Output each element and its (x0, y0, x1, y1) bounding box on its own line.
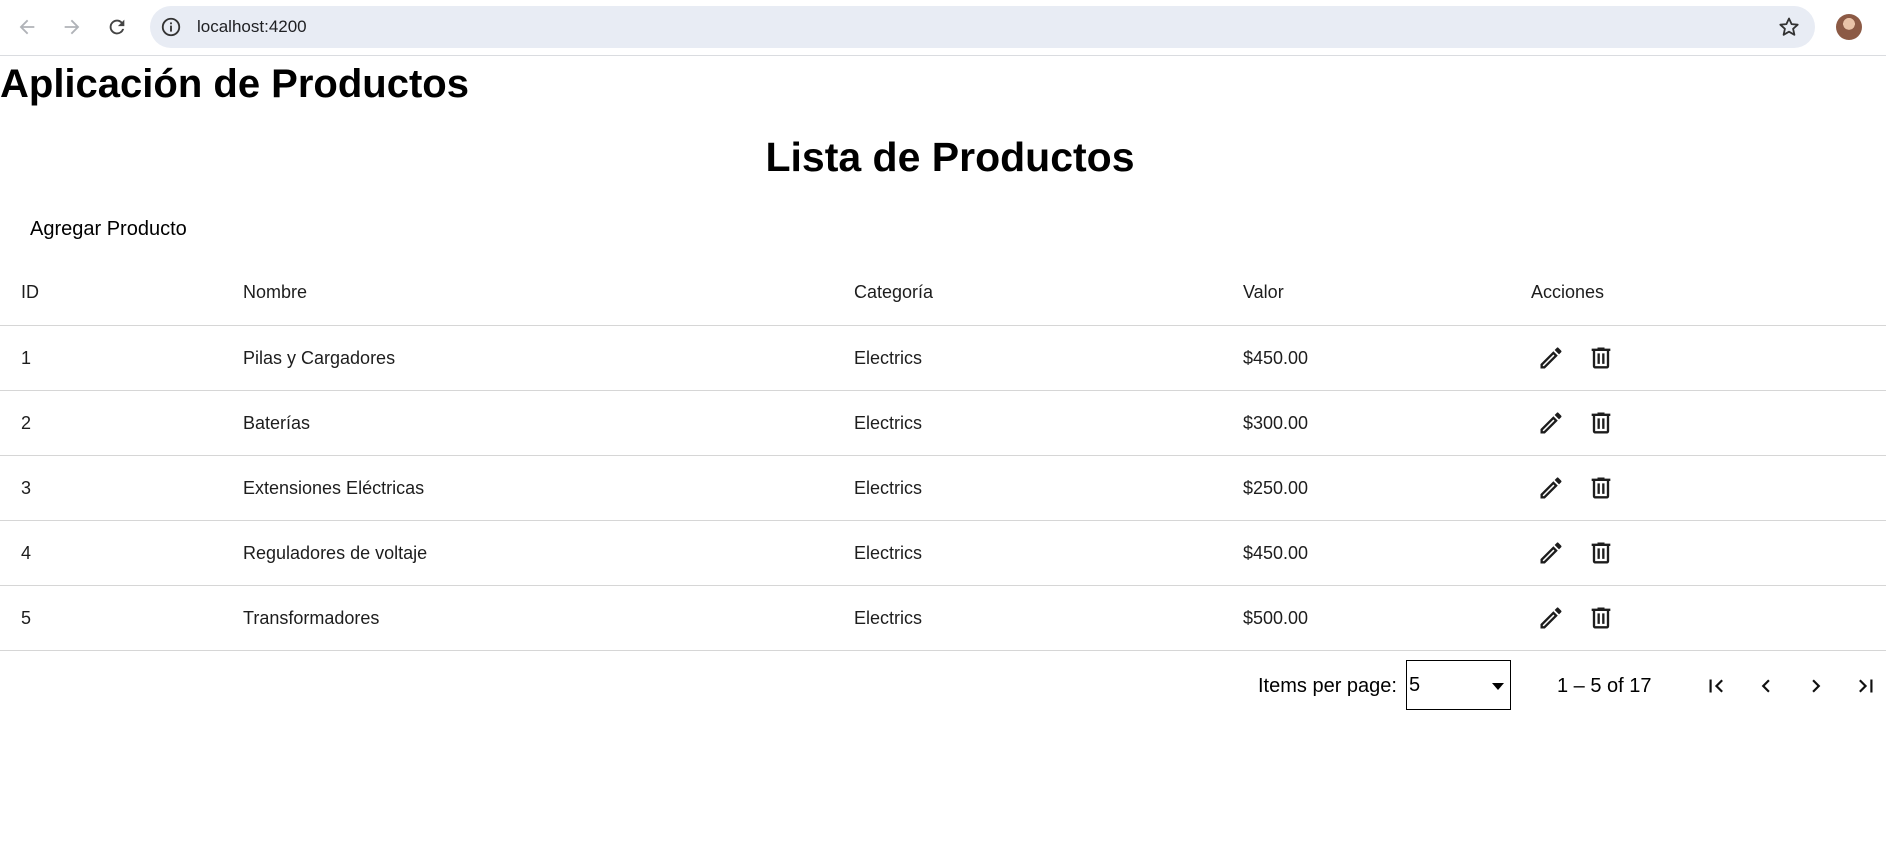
cell-value: $300.00 (1243, 412, 1309, 433)
next-page-icon (1812, 679, 1821, 693)
delete-button[interactable] (1581, 533, 1621, 573)
table-row: 1 Pilas y Cargadores Electrics $450.00 (0, 326, 1886, 391)
products-table: ID Nombre Categoría Valor Acciones 1 Pil… (0, 260, 1886, 651)
pencil-icon (1540, 347, 1562, 369)
cell-id: 5 (21, 607, 32, 628)
arrow-left-icon (19, 19, 35, 35)
edit-button[interactable] (1531, 598, 1571, 638)
delete-button[interactable] (1581, 598, 1621, 638)
browser-toolbar: localhost:4200 (0, 0, 1886, 56)
table-row: 2 Baterías Electrics $300.00 (0, 391, 1886, 456)
cell-name: Pilas y Cargadores (243, 347, 396, 368)
cell-actions (1531, 391, 1631, 455)
star-icon[interactable] (1777, 15, 1801, 39)
cell-actions (1531, 456, 1631, 520)
reload-icon (109, 19, 125, 35)
pencil-icon (1540, 412, 1562, 434)
cell-name: Baterías (243, 412, 311, 433)
column-header-category: Categoría (854, 282, 934, 302)
cell-actions (1531, 586, 1631, 650)
cell-category: Electrics (854, 542, 923, 563)
cell-id: 2 (21, 412, 32, 433)
cell-value: $450.00 (1243, 542, 1309, 563)
add-product-button[interactable]: Agregar Producto (30, 218, 187, 241)
table-header-row: ID Nombre Categoría Valor Acciones (0, 260, 1886, 326)
cell-category: Electrics (854, 477, 923, 498)
pencil-icon (1540, 607, 1562, 629)
cell-category: Electrics (854, 412, 923, 433)
arrow-right-icon (64, 19, 80, 35)
url-text[interactable]: localhost:4200 (197, 17, 307, 37)
forward-button[interactable] (54, 8, 90, 46)
cell-id: 1 (21, 347, 32, 368)
edit-button[interactable] (1531, 403, 1571, 443)
trash-icon (1591, 542, 1611, 564)
edit-button[interactable] (1531, 468, 1571, 508)
first-page-icon (1709, 679, 1723, 693)
avatar[interactable] (1836, 14, 1862, 40)
cell-category: Electrics (854, 607, 923, 628)
trash-icon (1591, 412, 1611, 434)
trash-icon (1591, 607, 1611, 629)
cell-id: 4 (21, 542, 32, 563)
cell-category: Electrics (854, 347, 923, 368)
table-row: 5 Transformadores Electrics $500.00 (0, 586, 1886, 651)
cell-name: Transformadores (243, 607, 380, 628)
reload-button[interactable] (99, 8, 135, 46)
cell-actions (1531, 326, 1631, 390)
column-header-actions: Acciones (1531, 282, 1605, 302)
column-header-name: Nombre (243, 282, 308, 302)
table-row: 3 Extensiones Eléctricas Electrics $250.… (0, 456, 1886, 521)
trash-icon (1591, 477, 1611, 499)
previous-page-icon (1761, 679, 1770, 693)
column-header-id: ID (21, 282, 39, 302)
delete-button[interactable] (1581, 338, 1621, 378)
edit-button[interactable] (1531, 533, 1571, 573)
edit-button[interactable] (1531, 338, 1571, 378)
cell-name: Extensiones Eléctricas (243, 477, 425, 498)
app-title: Aplicación de Productos (0, 62, 469, 106)
cell-actions (1531, 521, 1631, 585)
cell-value: $450.00 (1243, 347, 1309, 368)
cell-value: $500.00 (1243, 607, 1309, 628)
caret-down-icon[interactable] (1492, 683, 1504, 690)
pencil-icon (1540, 542, 1562, 564)
page-range-label: 1 – 5 of 17 (1557, 675, 1652, 697)
trash-icon (1591, 347, 1611, 369)
table-row: 4 Reguladores de voltaje Electrics $450.… (0, 521, 1886, 586)
cell-name: Reguladores de voltaje (243, 542, 428, 563)
delete-button[interactable] (1581, 468, 1621, 508)
page-title: Lista de Productos (765, 134, 1135, 180)
items-per-page-value[interactable]: 5 (1409, 674, 1420, 697)
info-icon[interactable] (160, 16, 182, 38)
column-header-value: Valor (1243, 282, 1284, 302)
cell-id: 3 (21, 477, 32, 498)
last-page-button[interactable] (1848, 668, 1884, 704)
address-bar[interactable]: localhost:4200 (150, 6, 1815, 48)
previous-page-button[interactable] (1748, 668, 1784, 704)
cell-value: $250.00 (1243, 477, 1309, 498)
items-per-page-label: Items per page: (1258, 675, 1397, 697)
last-page-icon (1859, 679, 1873, 693)
pencil-icon (1540, 477, 1562, 499)
next-page-button[interactable] (1798, 668, 1834, 704)
items-per-page-select[interactable]: 5 (1406, 660, 1511, 710)
paginator: Items per page: 5 1 – 5 of 17 (0, 660, 1886, 712)
delete-button[interactable] (1581, 403, 1621, 443)
back-button[interactable] (9, 8, 45, 46)
first-page-button[interactable] (1698, 668, 1734, 704)
